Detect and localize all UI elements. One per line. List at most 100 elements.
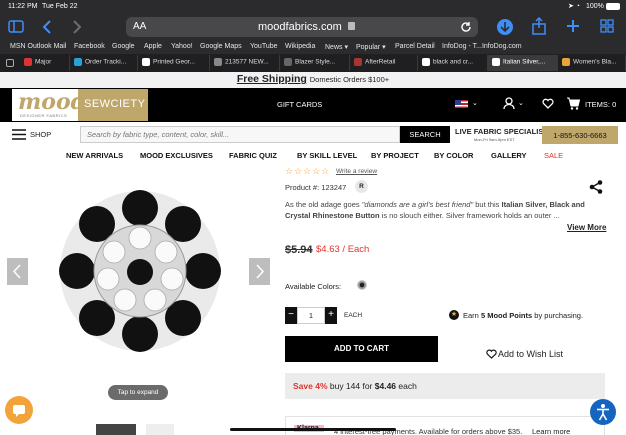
qty-minus-button[interactable]: −: [285, 307, 297, 324]
bookmark-item[interactable]: Google: [112, 43, 135, 50]
new-tab-icon[interactable]: [566, 19, 580, 33]
share-icon[interactable]: [532, 17, 546, 35]
browser-tab[interactable]: 213577 NEW...: [210, 55, 280, 71]
chat-button[interactable]: [5, 396, 33, 424]
color-swatch[interactable]: [357, 280, 367, 290]
qty-input[interactable]: 1: [297, 307, 325, 324]
chevron-down-icon[interactable]: ⌄: [472, 99, 478, 107]
favicon-icon: [354, 58, 362, 66]
nav-new-arrivals[interactable]: NEW ARRIVALS: [66, 151, 123, 160]
product-number: Product #: 123247: [285, 183, 347, 192]
browser-tab[interactable]: Women's Bla...: [558, 55, 626, 71]
bookmarks-bar: MSN Outlook Mail Facebook Google Apple Y…: [0, 40, 626, 54]
qty-plus-button[interactable]: +: [325, 307, 337, 324]
bookmark-item[interactable]: Facebook: [74, 43, 105, 50]
favicon-icon: [562, 58, 570, 66]
promo-banner[interactable]: Free Shipping Domestic Orders $100+: [0, 72, 626, 88]
klarna-learn-more[interactable]: Learn more: [532, 427, 570, 435]
shop-menu-label[interactable]: SHOP: [30, 130, 51, 139]
tab-icon[interactable]: [6, 59, 14, 67]
cart-items-count[interactable]: ITEMS: 0: [585, 100, 616, 109]
next-image-button[interactable]: [249, 258, 270, 285]
favicon-icon: [74, 58, 82, 66]
mood-logo[interactable]: mood DESIGNER FABRICS: [12, 89, 86, 121]
battery-icon: [606, 3, 620, 10]
bookmark-item[interactable]: Parcel Detail: [395, 43, 435, 50]
thumbnail[interactable]: [146, 424, 174, 435]
sewciety-logo[interactable]: SEWCIETY: [78, 89, 148, 121]
browser-tab[interactable]: Major: [20, 55, 70, 71]
rating-stars[interactable]: ☆☆☆☆☆: [285, 166, 330, 177]
account-icon[interactable]: [503, 97, 515, 110]
reload-icon[interactable]: [460, 21, 472, 33]
bookmark-item[interactable]: InfoDog - T...InfoDog.com: [442, 43, 522, 50]
tab-overview-icon[interactable]: [600, 19, 614, 33]
cart-icon[interactable]: [566, 97, 580, 110]
nav-by-skill-level[interactable]: BY SKILL LEVEL: [297, 151, 357, 160]
tap-to-expand-badge[interactable]: Tap to expand: [108, 385, 168, 400]
back-icon[interactable]: [42, 20, 52, 34]
browser-tab[interactable]: black and cr...: [418, 55, 488, 71]
add-to-cart-button[interactable]: ADD TO CART: [285, 336, 438, 362]
gift-cards-link[interactable]: GIFT CARDS: [277, 100, 322, 109]
nav-by-project[interactable]: BY PROJECT: [371, 151, 419, 160]
forward-icon[interactable]: [72, 20, 82, 34]
status-date: Tue Feb 22: [42, 3, 78, 10]
share-network-icon[interactable]: [589, 180, 603, 194]
bookmark-item[interactable]: Popular ▾: [356, 43, 386, 51]
hamburger-icon[interactable]: [12, 129, 26, 140]
phone-button[interactable]: 1-855-630-6663: [542, 126, 618, 144]
sale-price: $4.63 / Each: [316, 244, 370, 255]
browser-tab[interactable]: Order Tracki...: [70, 55, 138, 71]
write-review-link[interactable]: Write a review: [336, 168, 377, 175]
nav-by-color[interactable]: BY COLOR: [434, 151, 473, 160]
downloads-icon[interactable]: [496, 18, 514, 36]
sidebar-icon[interactable]: [8, 20, 24, 33]
prev-image-button[interactable]: [7, 258, 28, 285]
nav-fabric-quiz[interactable]: FABRIC QUIZ: [229, 151, 277, 160]
status-bar: 11:22 PM Tue Feb 22 ➤ ◔ 100%: [0, 0, 626, 14]
bookmark-item[interactable]: Yahoo!: [171, 43, 193, 50]
product-description: As the old adage goes "diamonds are a gi…: [285, 200, 585, 220]
wishlist-link[interactable]: Add to Wish List: [498, 349, 563, 359]
nav-sale[interactable]: SALE: [544, 151, 563, 160]
browser-tab[interactable]: Blazer Style...: [280, 55, 350, 71]
bookmark-item[interactable]: News ▾: [325, 43, 348, 51]
bookmark-item[interactable]: YouTube: [250, 43, 278, 50]
bulk-savings-banner: Save 4% buy 144 for $4.46 each: [285, 373, 605, 399]
browser-tab[interactable]: Printed Geor...: [138, 55, 210, 71]
heart-icon[interactable]: [542, 98, 554, 109]
old-price: $5.94: [285, 244, 313, 256]
us-flag-icon[interactable]: [455, 100, 468, 108]
specialist-hours: Mon-Fri 9am-5pm EST: [474, 137, 515, 142]
nav-gallery[interactable]: GALLERY: [491, 151, 527, 160]
bookmark-item[interactable]: Apple: [144, 43, 162, 50]
lock-icon: [348, 22, 355, 30]
address-field[interactable]: AA moodfabrics.com: [126, 17, 478, 37]
thumbnail[interactable]: [96, 424, 136, 435]
text-size-button[interactable]: AA: [133, 21, 146, 32]
favicon-icon: [214, 58, 222, 66]
available-colors-label: Available Colors:: [285, 282, 342, 291]
browser-tab-active[interactable]: Italian Silver,...: [488, 55, 558, 71]
bookmark-item[interactable]: Google Maps: [200, 43, 242, 50]
search-input[interactable]: [80, 126, 400, 143]
url-text[interactable]: moodfabrics.com: [258, 21, 342, 33]
mood-points-text: Earn 5 Mood Points by purchasing.: [463, 311, 584, 320]
nav-mood-exclusives[interactable]: MOOD EXCLUSIVES: [140, 151, 213, 160]
favicon-icon: [284, 58, 292, 66]
product-image[interactable]: [55, 186, 225, 356]
favicon-icon: [142, 58, 150, 66]
bookmark-item[interactable]: MSN Outlook Mail: [10, 43, 66, 50]
search-button[interactable]: SEARCH: [400, 126, 450, 143]
favicon-icon: [422, 58, 430, 66]
bookmark-item[interactable]: Wikipedia: [285, 43, 315, 50]
site-header: mood DESIGNER FABRICS SEWCIETY GIFT CARD…: [0, 88, 626, 122]
accessibility-button[interactable]: [590, 399, 616, 425]
browser-tab[interactable]: AfterRetail: [350, 55, 418, 71]
view-more-link[interactable]: View More: [567, 223, 606, 232]
r-badge: R: [355, 180, 368, 193]
heart-icon[interactable]: [486, 349, 497, 359]
chevron-down-icon[interactable]: ⌄: [518, 99, 524, 107]
battery-percent: 100%: [586, 3, 604, 10]
